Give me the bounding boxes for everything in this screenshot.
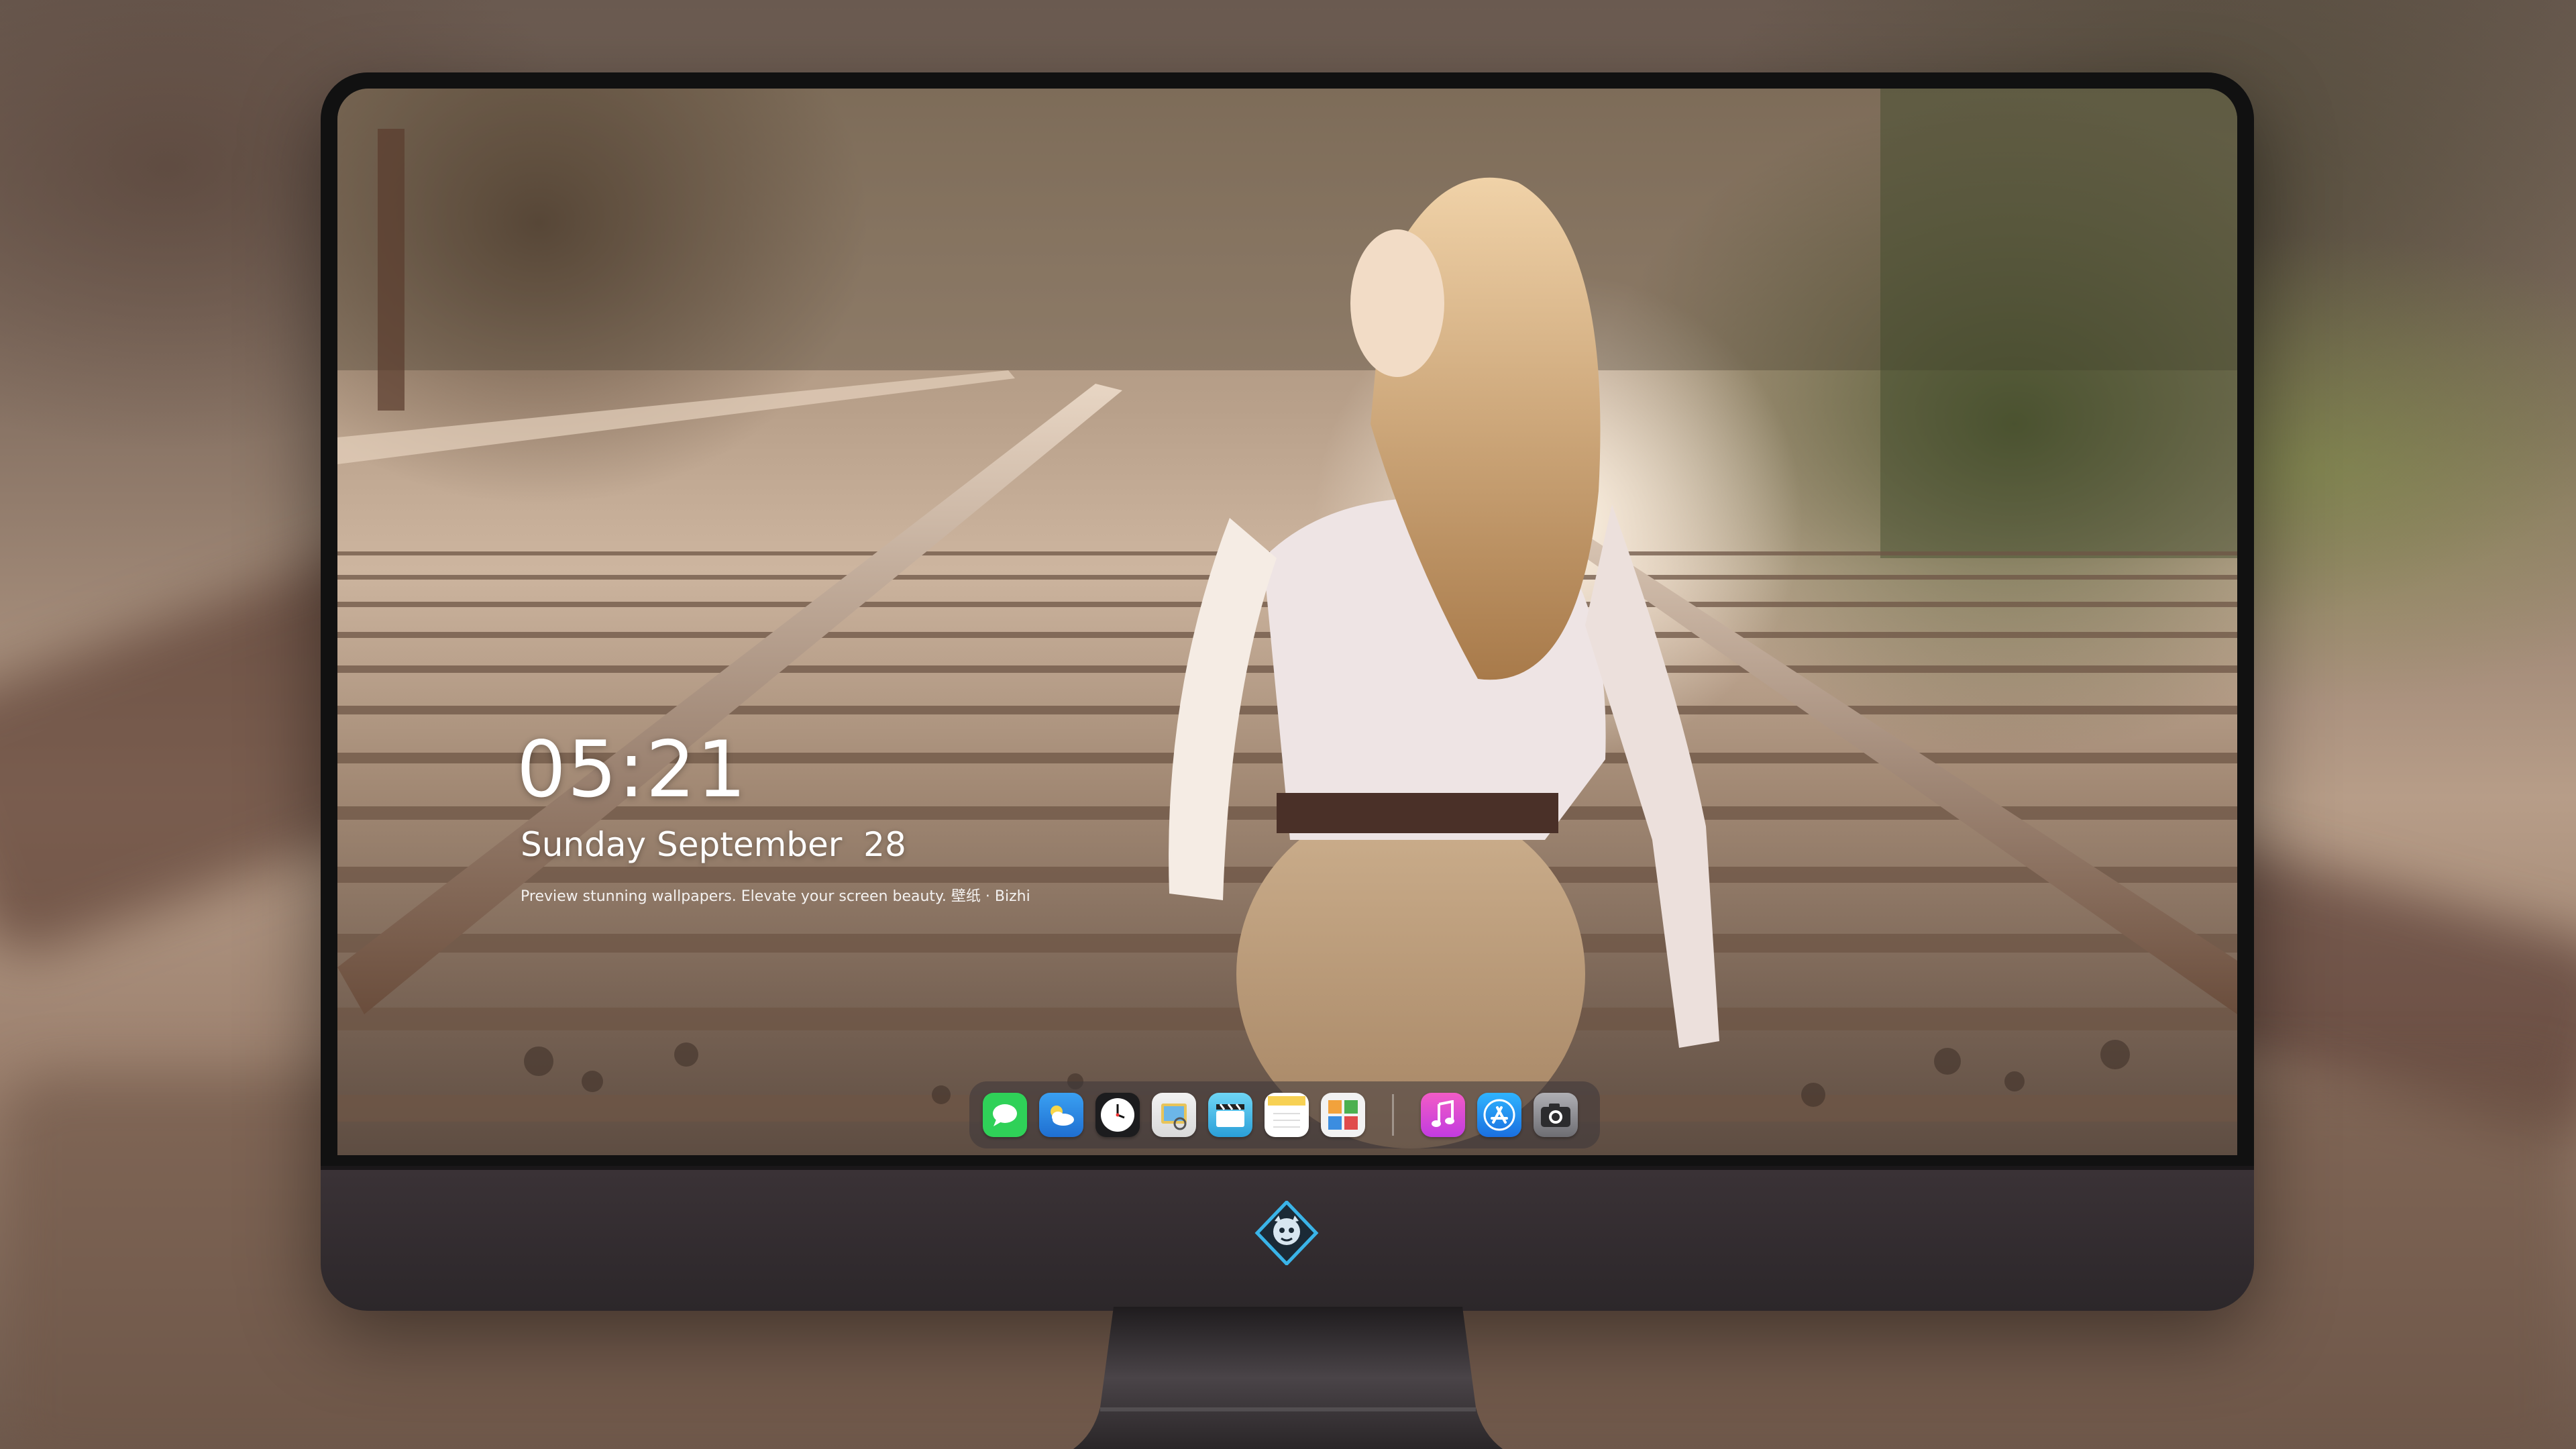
clips-icon[interactable] [1208, 1093, 1252, 1137]
notes-icon[interactable] [1265, 1093, 1309, 1137]
app-store-icon[interactable] [1477, 1093, 1521, 1137]
wallpaper-railway-scene [337, 89, 2237, 1148]
brand-logo-icon [1254, 1201, 1319, 1265]
clock-time: 05:21 [517, 724, 748, 815]
weather-icon[interactable] [1039, 1093, 1083, 1137]
monitor-stand [1073, 1307, 1503, 1449]
camera-icon[interactable] [1534, 1093, 1578, 1137]
dock-separator [1392, 1094, 1394, 1136]
clock-date: Sunday September 28 [521, 825, 906, 864]
photos-icon[interactable] [1321, 1093, 1365, 1137]
preview-icon[interactable] [1152, 1093, 1196, 1137]
dock [969, 1081, 1600, 1148]
messages-icon[interactable] [983, 1093, 1027, 1137]
music-icon[interactable] [1421, 1093, 1465, 1137]
clock-icon[interactable] [1095, 1093, 1140, 1137]
clock-subtitle: Preview stunning wallpapers. Elevate you… [521, 888, 1030, 905]
screen-wallpaper [337, 89, 2237, 1155]
